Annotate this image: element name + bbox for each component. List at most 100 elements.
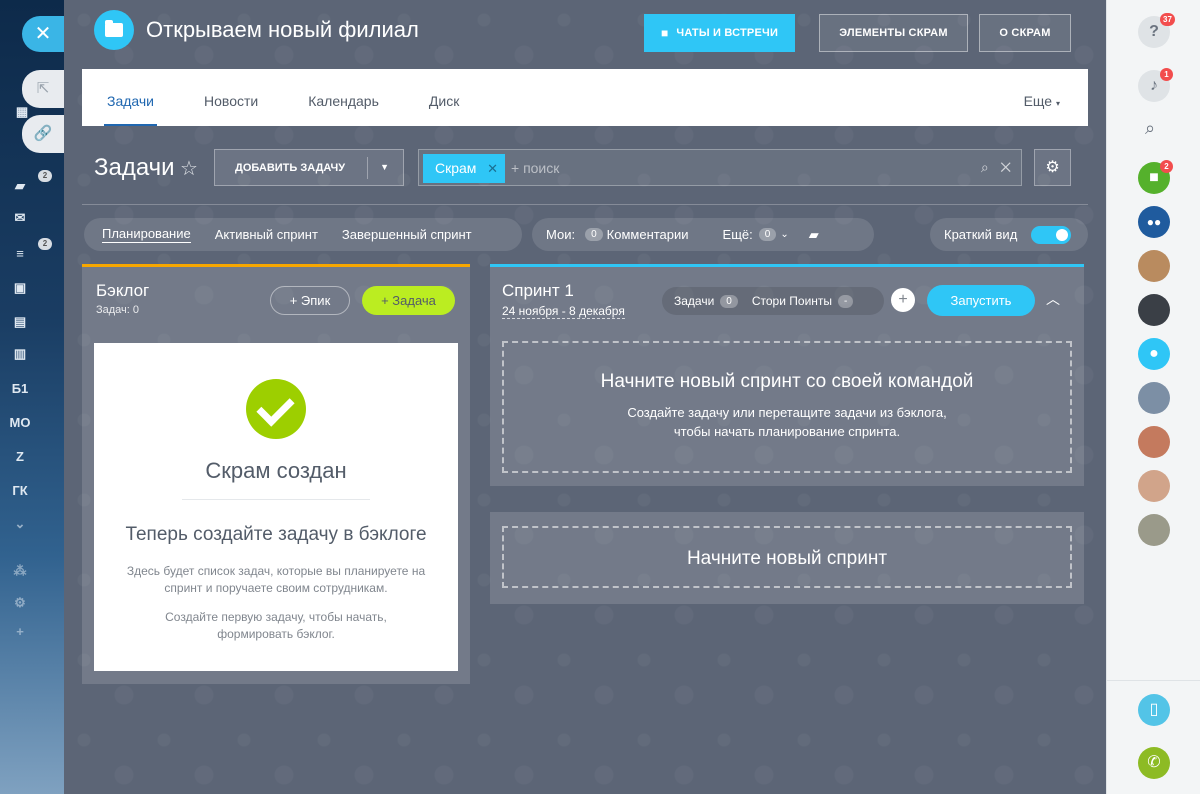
sprint-title: Спринт 1 [502,281,574,300]
tab-news[interactable]: Новости [179,69,283,126]
short-view-toggle-wrap: Краткий вид [930,218,1088,251]
chevron-down-icon[interactable]: ▼ [380,162,389,172]
view-active-sprint[interactable]: Активный спринт [203,227,330,242]
divider [182,499,370,500]
link-icon[interactable]: 🔗 [22,115,64,153]
tab-tasks[interactable]: Задачи [82,69,179,126]
group-mo[interactable]: МО [0,415,52,430]
add-sprint-task-button[interactable]: + [891,288,915,312]
right-sidebar: ? 37 ♪ 1 ⌕ ■ 2 ●● ● ▯ ✆ [1106,0,1200,794]
clear-icon[interactable]: ✕ [1000,159,1011,175]
view-completed-sprint[interactable]: Завершенный спринт [330,227,484,242]
avatar[interactable] [1138,294,1170,326]
chevron-down-icon[interactable]: ⌄ [0,516,52,532]
sprint-dropzone[interactable]: Начните новый спринт со своей командой С… [502,341,1072,473]
more-count: 0 [758,228,777,241]
about-scrum-button[interactable]: О СКРАМ [979,14,1071,52]
chat-bubble-icon[interactable]: ▰ [809,227,819,243]
avatar[interactable] [1138,514,1170,546]
user-add-icon[interactable]: ● [1138,338,1170,370]
chats-label: ЧАТЫ И ВСТРЕЧИ [676,27,779,39]
chat-badge: 2 [38,170,52,182]
phone-icon[interactable]: ✆ [1138,747,1170,779]
counters-bar: Мои: 0 Комментарии Ещё: 0 ⌄ ▰ [532,218,874,251]
filter-badge: 2 [38,238,52,250]
backlog-hint-2: Создайте первую задачу, чтобы начать, фо… [165,610,387,641]
group-chat-icon[interactable]: ●● [1138,206,1170,238]
group-b1[interactable]: Б1 [0,381,52,396]
new-sprint-label: Начните новый спринт [686,548,888,569]
chevron-down-icon[interactable]: ⌄ [780,229,788,240]
empty-backlog-card: Скрам создан Теперь создайте задачу в бэ… [94,343,458,671]
view-switcher: Планирование Активный спринт Завершенный… [84,218,522,251]
android-icon[interactable]: ▣ [0,280,52,296]
page-header: Открываем новый филиал [94,10,419,50]
scrum-elements-button[interactable]: ЭЛЕМЕНТЫ СКРАМ [819,14,968,52]
help-badge: 37 [1160,13,1175,26]
comments-filter[interactable]: Комментарии [607,227,689,242]
add-icon[interactable]: + [0,624,52,639]
video-icon: ■ [660,26,669,40]
search-icon[interactable]: ⌕ [981,159,989,175]
sprint-dates[interactable]: 24 ноября - 8 декабря [502,304,625,319]
group-z[interactable]: Z [0,449,52,464]
check-icon [246,379,306,439]
tasks-label: Задачи [674,294,715,308]
tab-more[interactable]: Еще ▾ [1024,69,1060,136]
divider [1107,680,1200,681]
more-label: Ещё: [722,227,753,242]
backlog-column: Бэклог Задач: 0 + Эпик + Задача Скрам со… [82,264,470,684]
start-sprint-button[interactable]: Запустить [927,285,1035,316]
gear-icon[interactable]: ⚙ [1034,149,1071,186]
add-epic-button[interactable]: + Эпик [270,286,350,315]
avatar[interactable] [1138,250,1170,282]
short-view-label: Краткий вид [944,227,1018,242]
device-icon[interactable]: ▯ [1138,694,1170,726]
short-view-toggle[interactable] [1031,225,1072,244]
calendar-icon[interactable]: ▦ [0,104,54,120]
sprint-empty-text: Создайте задачу или перетащите задачи из… [627,405,947,420]
structure-icon[interactable]: ⁂ [0,563,52,579]
divider [82,204,1088,205]
open-external-icon[interactable]: ⇱ [22,70,64,108]
tab-bar: Задачи Новости Календарь Диск Еще ▾ [82,69,1088,126]
tab-calendar[interactable]: Календарь [283,69,404,126]
lock-badge: 2 [1160,160,1173,173]
avatar[interactable] [1138,426,1170,458]
search-icon[interactable]: ⌕ [1145,118,1155,139]
create-task-subtitle: Теперь создайте задачу в бэклоге [125,524,427,545]
new-sprint-dropzone[interactable]: Начните новый спринт [502,526,1072,588]
new-sprint-block: Начните новый спринт [490,512,1084,604]
sprint-empty-text-2: чтобы начать планирование спринта. [673,424,901,439]
filter-chip[interactable]: Скрам ✕ [423,154,505,183]
search-input[interactable]: + поиск [511,160,559,176]
left-sidebar: ✕ ⇱ 🔗 ▦ ▰ 2 ✉ ≡ 2 ▣ ▤ ▥ Б1 МО Z ГК ⌄ ⁂ ⚙… [0,0,64,794]
story-points-label: Стори Поинты [751,294,833,308]
backlog-title: Бэклог [96,281,150,300]
bell-badge: 1 [1160,68,1173,81]
settings-icon[interactable]: ⚙ [0,595,52,611]
avatar[interactable] [1138,382,1170,414]
add-task-backlog-button[interactable]: + Задача [362,286,455,315]
group-gk[interactable]: ГК [0,483,52,498]
mail-icon[interactable]: ✉ [0,210,52,226]
sprint-column: Спринт 1 24 ноября - 8 декабря Задачи 0 … [490,264,1084,486]
tab-disk[interactable]: Диск [404,69,484,126]
avatar[interactable] [1138,470,1170,502]
add-task-button[interactable]: ДОБАВИТЬ ЗАДАЧУ ▼ [214,149,404,186]
scrum-created-title: Скрам создан [205,458,347,483]
document-icon[interactable]: ▥ [0,346,52,362]
tasks-count: 0 [720,294,738,308]
search-bar[interactable]: Скрам ✕ + поиск ⌕ ✕ [418,149,1022,186]
close-icon[interactable]: ✕ [22,16,64,52]
view-planning[interactable]: Планирование [102,226,191,243]
chevron-up-icon[interactable]: ︿ [1046,289,1060,309]
backlog-hint: Здесь будет список задач, которые вы пла… [126,564,426,595]
chats-meetings-button[interactable]: ■ ЧАТЫ И ВСТРЕЧИ [644,14,795,52]
group-title: Открываем новый филиал [146,17,419,42]
folder-icon [94,10,134,50]
star-icon[interactable]: ☆ [180,156,198,181]
contact-card-icon[interactable]: ▤ [0,314,52,330]
chip-close-icon[interactable]: ✕ [487,161,498,177]
divider [367,157,368,179]
